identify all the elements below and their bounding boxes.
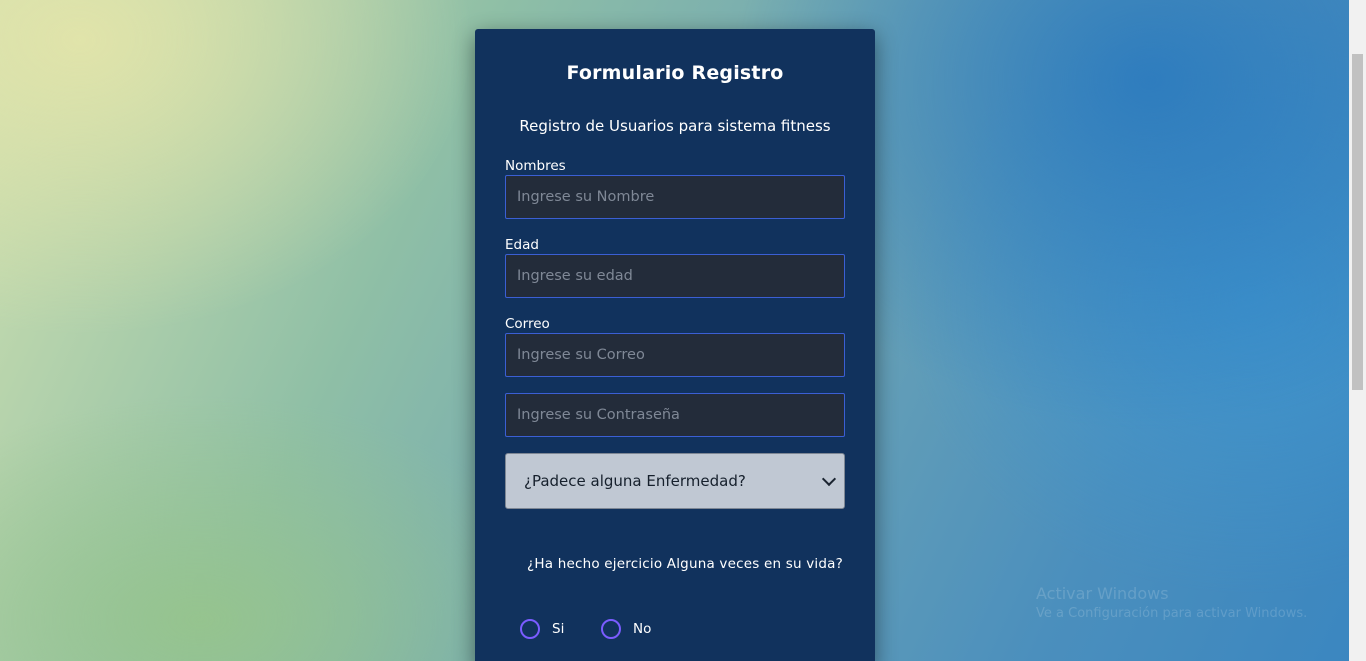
enfermedad-select[interactable]: ¿Padece alguna Enfermedad? (505, 453, 845, 509)
form-subtitle: Registro de Usuarios para sistema fitnes… (519, 117, 831, 135)
radio-button-si[interactable] (520, 619, 540, 639)
watermark-title: Activar Windows (1036, 584, 1169, 603)
radio-option-no[interactable]: No (601, 619, 651, 639)
edad-label: Edad (505, 237, 539, 253)
nombres-label: Nombres (505, 158, 566, 174)
radio-label-si: Si (552, 621, 565, 637)
registration-card: Formulario Registro Registro de Usuarios… (475, 29, 875, 661)
radio-button-no[interactable] (601, 619, 621, 639)
correo-input[interactable] (505, 333, 845, 377)
radio-option-si[interactable]: Si (520, 619, 564, 639)
enfermedad-select-value: ¿Padece alguna Enfermedad? (524, 472, 746, 490)
form-title: Formulario Registro (566, 62, 784, 84)
scrollbar-thumb[interactable] (1352, 54, 1363, 390)
correo-label: Correo (505, 316, 550, 332)
nombres-input[interactable] (505, 175, 845, 219)
watermark-subtitle: Ve a Configuración para activar Windows. (1036, 606, 1308, 621)
windows-activation-watermark: Activar Windows Ve a Configuración para … (1036, 584, 1307, 621)
chevron-down-icon (821, 471, 837, 487)
page-scrollbar[interactable] (1349, 0, 1366, 661)
edad-input[interactable] (505, 254, 845, 298)
password-input[interactable] (505, 393, 845, 437)
ejercicio-question: ¿Ha hecho ejercicio Alguna veces en su v… (527, 556, 843, 572)
radio-label-no: No (633, 621, 652, 637)
